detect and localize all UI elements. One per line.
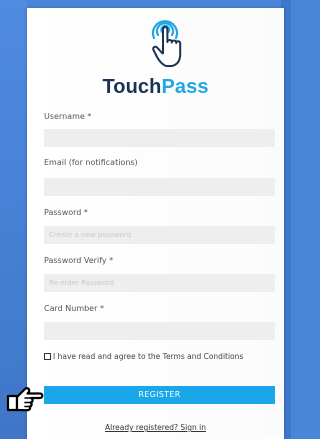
password-verify-label: Password Verify * bbox=[44, 256, 114, 265]
terms-row: I have read and agree to the Terms and C… bbox=[44, 352, 243, 361]
sign-in-link[interactable]: Already registered? Sign in bbox=[27, 423, 284, 432]
terms-checkbox[interactable] bbox=[44, 353, 51, 360]
password-field[interactable] bbox=[44, 226, 275, 244]
email-label: Email (for notifications) bbox=[44, 158, 138, 167]
pointing-hand-icon bbox=[6, 387, 44, 412]
brand-name-part2: Pass bbox=[161, 76, 209, 98]
register-button[interactable]: REGISTER bbox=[44, 386, 275, 404]
username-label: Username * bbox=[44, 112, 92, 121]
card-number-label: Card Number * bbox=[44, 304, 104, 313]
email-field[interactable] bbox=[44, 178, 275, 196]
register-card: TouchPass Username * Email (for notifica… bbox=[27, 8, 284, 439]
password-verify-field[interactable] bbox=[44, 274, 275, 292]
background-left bbox=[0, 0, 27, 439]
card-number-field[interactable] bbox=[44, 322, 275, 340]
password-label: Password * bbox=[44, 208, 88, 217]
username-field[interactable] bbox=[44, 129, 275, 147]
brand-name-part1: Touch bbox=[102, 76, 162, 98]
brand-logo: TouchPass bbox=[27, 76, 284, 98]
terms-label: I have read and agree to the Terms and C… bbox=[53, 352, 244, 361]
tap-finger-icon bbox=[151, 20, 182, 67]
